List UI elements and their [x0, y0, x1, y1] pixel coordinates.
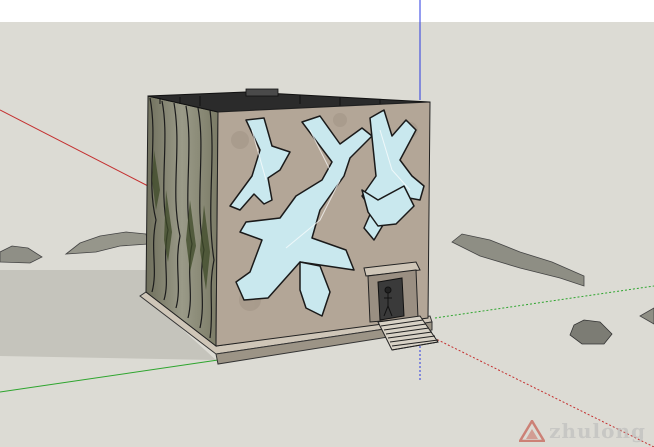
roof-hatch: [245, 88, 279, 97]
sketchup-viewport[interactable]: [0, 0, 654, 447]
zhulong-logo-icon: [519, 420, 546, 442]
watermark: zhulong: [519, 419, 646, 443]
model-canvas[interactable]: [0, 0, 654, 447]
sky-background: [0, 0, 654, 22]
watermark-text: zhulong: [549, 419, 646, 443]
